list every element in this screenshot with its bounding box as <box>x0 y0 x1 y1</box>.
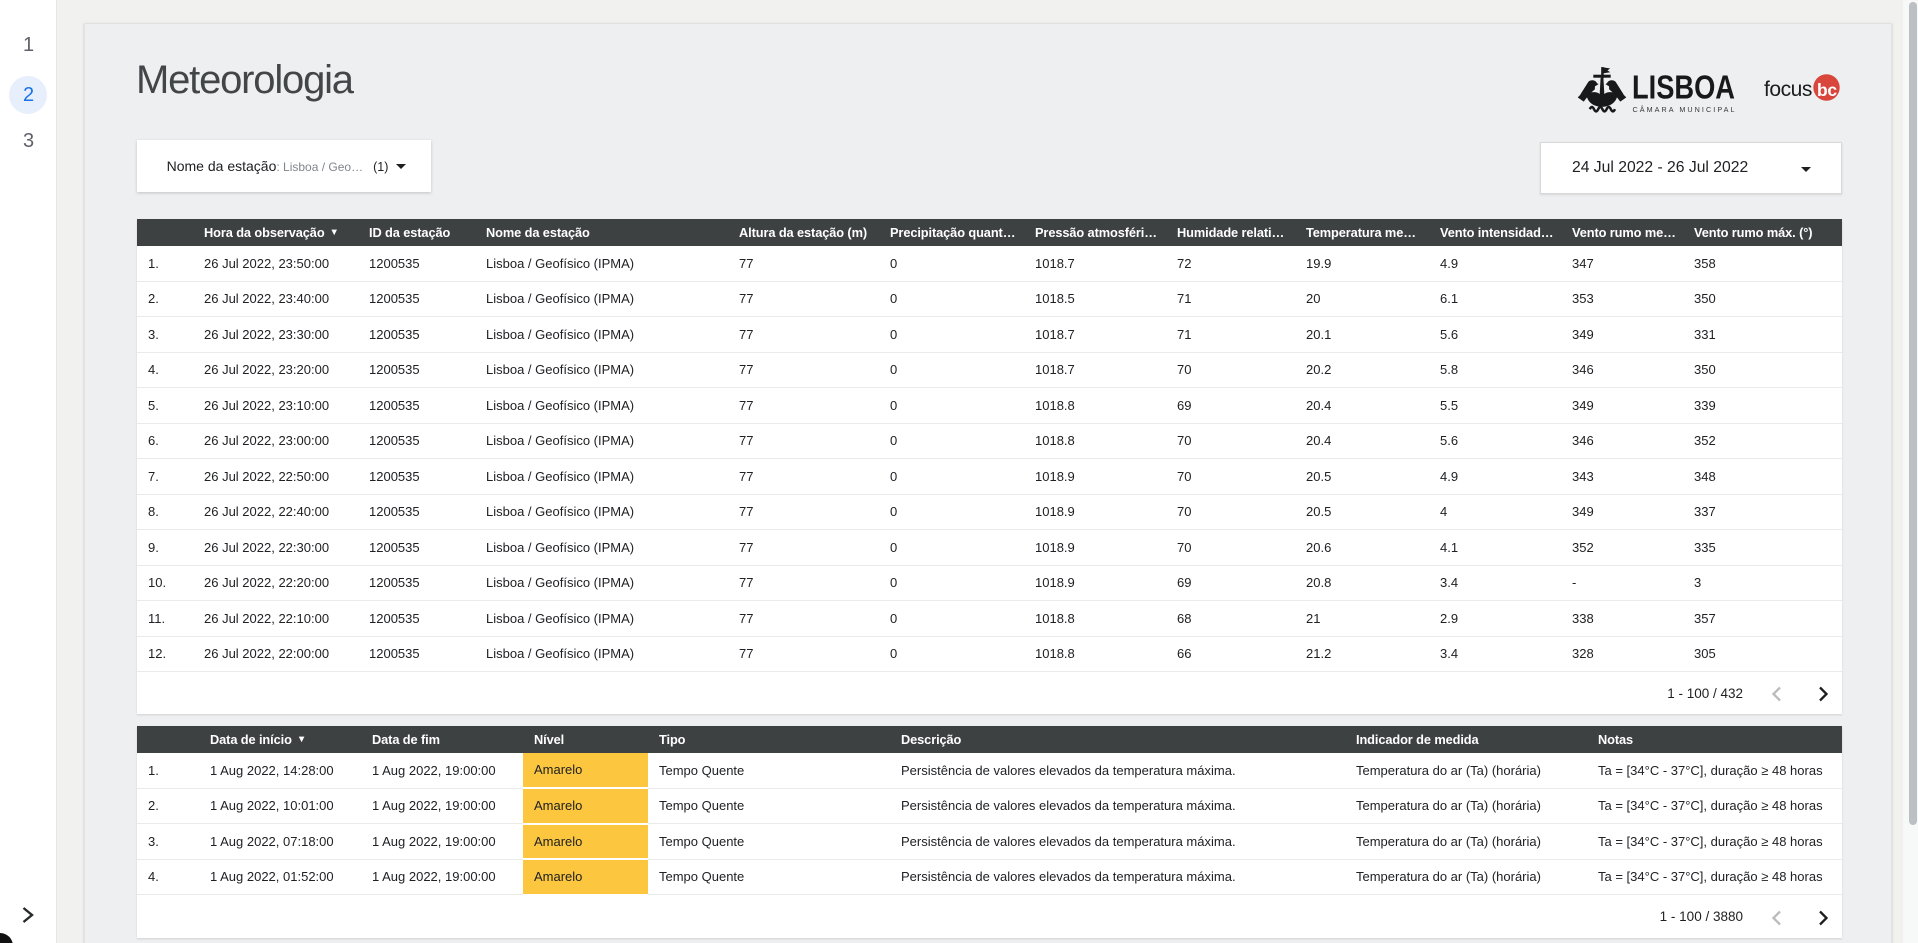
svg-text:focus: focus <box>1764 78 1812 101</box>
svg-text:LISBOA: LISBOA <box>1632 70 1735 107</box>
svg-text:CÂMARA MUNICIPAL: CÂMARA MUNICIPAL <box>1633 105 1735 114</box>
svg-text:bc: bc <box>1817 80 1837 100</box>
